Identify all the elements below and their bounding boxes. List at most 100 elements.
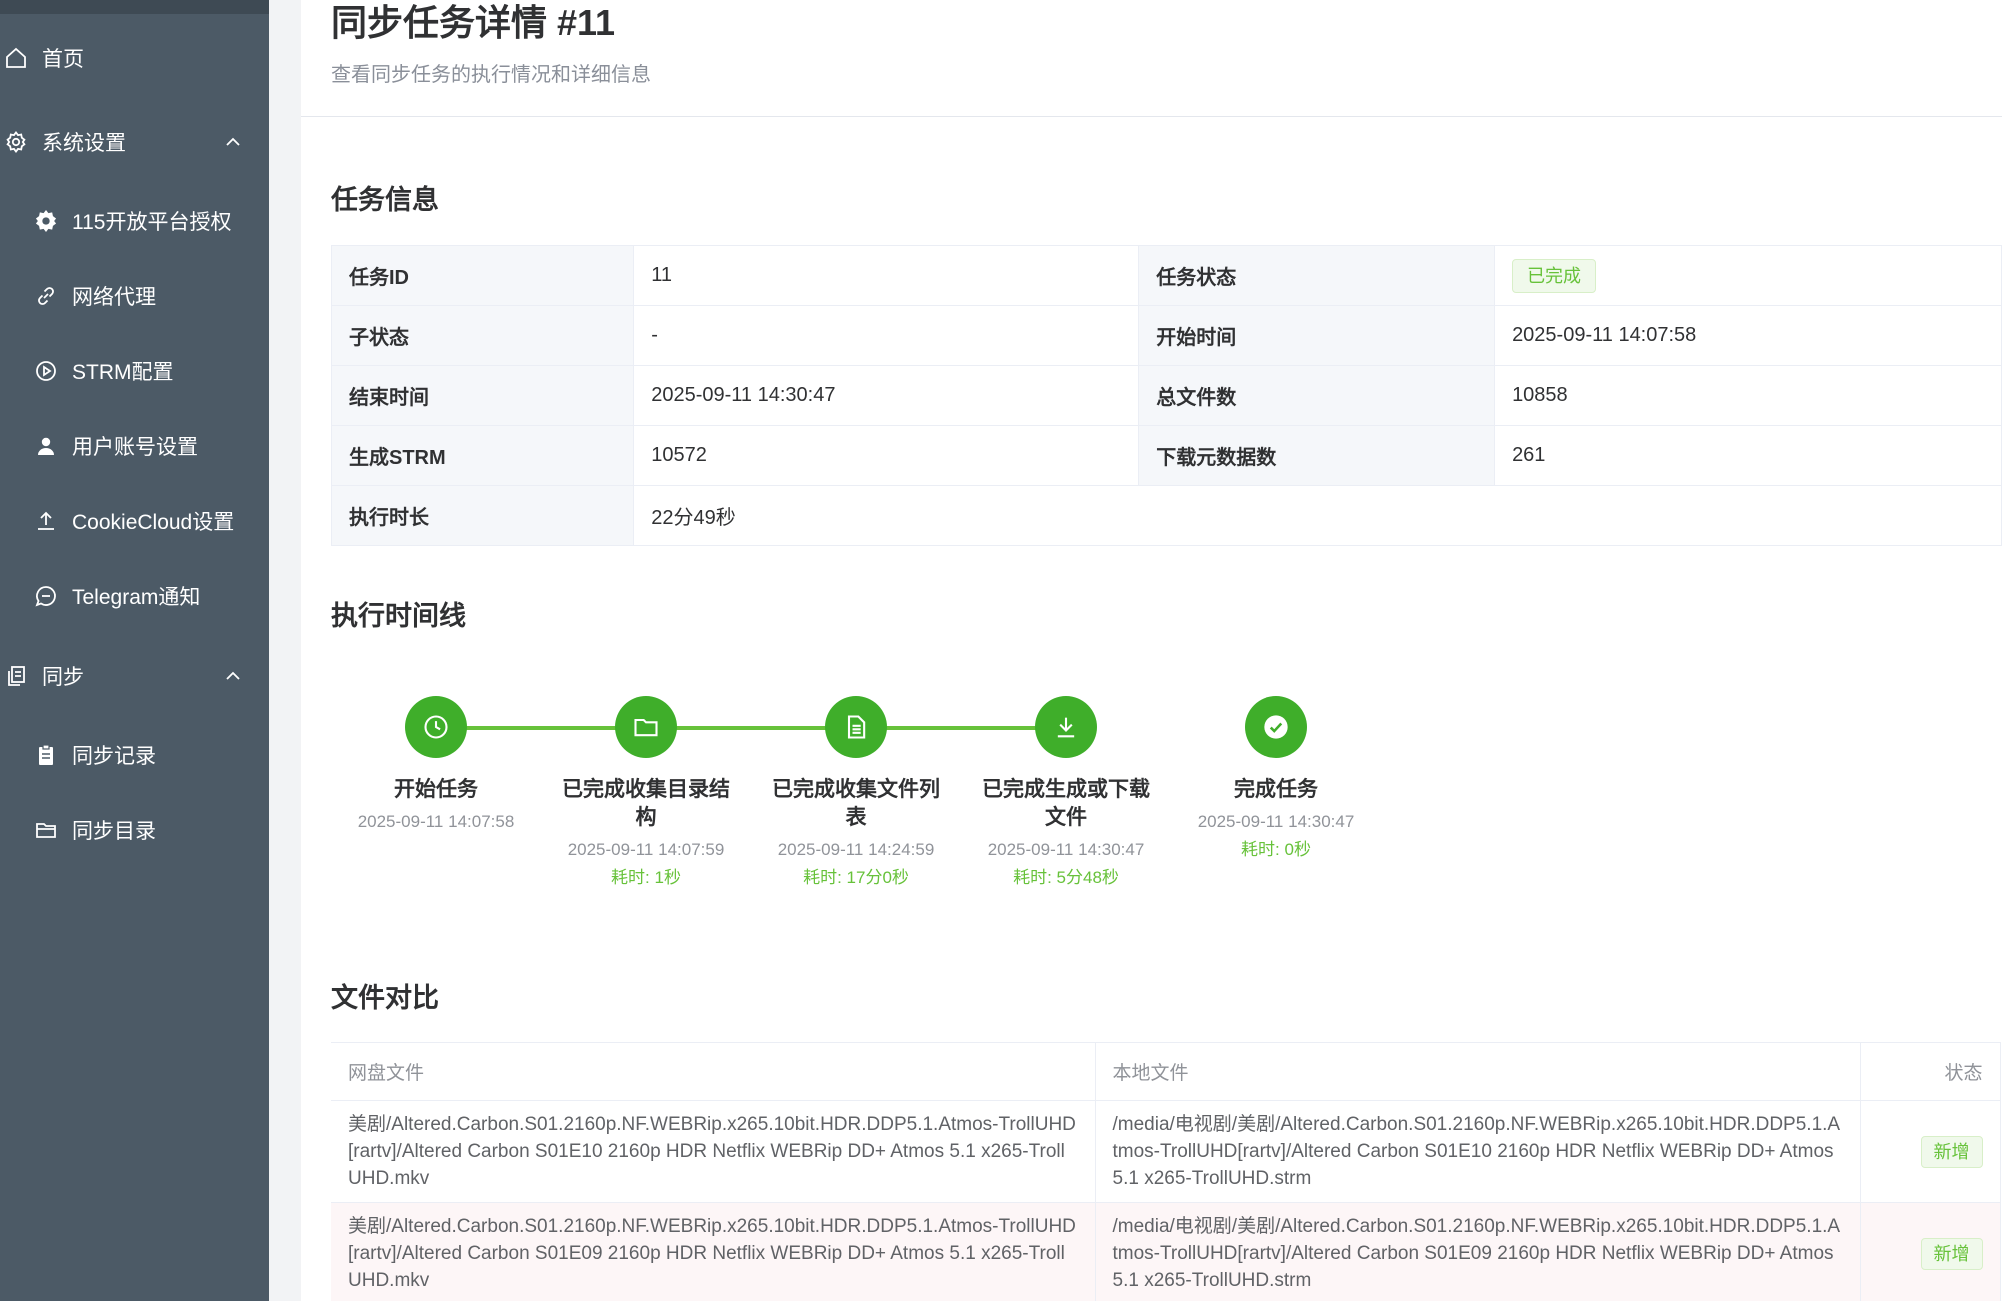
column-header-remote[interactable]: 网盘文件 — [331, 1042, 1096, 1101]
info-value: 2025-09-11 14:30:47 — [633, 365, 1140, 426]
remote-file-cell: 美剧/Altered.Carbon.S01.2160p.NF.WEBRip.x2… — [331, 1202, 1096, 1301]
info-label: 任务状态 — [1138, 245, 1496, 306]
page-title: 同步任务详情 #11 — [331, 2, 616, 43]
sidebar-top-bar — [0, 0, 269, 14]
status-cell: 新增 — [1860, 1202, 2001, 1301]
info-label: 结束时间 — [330, 365, 635, 426]
home-icon — [2, 44, 30, 72]
info-row: 子状态 - 开始时间 2025-09-11 14:07:58 — [330, 305, 2002, 366]
local-file-cell: /media/电视剧/美剧/Altered.Carbon.S01.2160p.N… — [1095, 1100, 1861, 1203]
timeline-step-title: 已完成生成或下载文件 — [982, 778, 1150, 829]
file-compare-table: 网盘文件 本地文件 状态 美剧/Altered.Carbon.S01.2160p… — [331, 1042, 2001, 1301]
info-value: 11 — [633, 245, 1140, 306]
header-divider — [301, 116, 2002, 117]
status-badge: 新增 — [1920, 1135, 1983, 1168]
info-row: 生成STRM 10572 下载元数据数 261 — [330, 425, 2002, 486]
info-value: 10858 — [1494, 365, 2002, 426]
sidebar-item-sync[interactable]: 同步 — [0, 646, 269, 706]
table-row[interactable]: 美剧/Altered.Carbon.S01.2160p.NF.WEBRip.x2… — [331, 1100, 2001, 1203]
sidebar-item-label: 用户账号设置 — [72, 436, 198, 459]
timeline-step-time: 2025-09-11 14:30:47 — [987, 840, 1145, 859]
timeline-step-title: 已完成收集文件列表 — [772, 778, 940, 829]
info-row: 执行时长 22分49秒 — [330, 485, 2002, 546]
column-header-status[interactable]: 状态 — [1860, 1042, 2001, 1101]
sidebar-item-label: 同步记录 — [72, 745, 156, 768]
timeline-step-title: 开始任务 — [394, 778, 478, 801]
timeline-step-cost: 耗时: 1秒 — [611, 868, 681, 887]
info-label: 任务ID — [330, 245, 635, 306]
status-cell: 新增 — [1860, 1100, 2001, 1203]
info-label: 执行时长 — [330, 485, 635, 546]
sidebar-item-label: CookieCloud设置 — [72, 511, 235, 534]
sidebar-item-115-auth[interactable]: 115开放平台授权 — [0, 191, 269, 251]
play-circle-icon — [32, 357, 60, 385]
sidebar-item-cookiecloud[interactable]: CookieCloud设置 — [0, 491, 269, 551]
info-row: 任务ID 11 任务状态 已完成 — [330, 245, 2002, 306]
user-icon — [32, 432, 60, 460]
column-header-local[interactable]: 本地文件 — [1095, 1042, 1861, 1101]
timeline-step-cost: 耗时: 17分0秒 — [803, 868, 909, 887]
sidebar-item-label: Telegram通知 — [72, 586, 201, 609]
info-label: 子状态 — [330, 305, 635, 366]
timeline-step: 已完成收集文件列表 2025-09-11 14:24:59 耗时: 17分0秒 — [766, 696, 946, 892]
timeline-step-title: 已完成收集目录结构 — [562, 778, 730, 829]
download-icon — [1035, 696, 1097, 758]
sidebar-item-system-settings[interactable]: 系统设置 — [0, 112, 269, 172]
table-header-row: 网盘文件 本地文件 状态 — [331, 1042, 2001, 1101]
info-label: 开始时间 — [1138, 305, 1496, 366]
file-compare-title: 文件对比 — [331, 983, 439, 1013]
chat-icon — [32, 582, 60, 610]
timeline-step-time: 2025-09-11 14:30:47 — [1197, 812, 1355, 831]
sidebar-item-home[interactable]: 首页 — [0, 28, 269, 88]
timeline-step-time: 2025-09-11 14:07:59 — [567, 840, 725, 859]
sidebar-item-label: 115开放平台授权 — [72, 211, 232, 234]
timeline-step: 完成任务 2025-09-11 14:30:47 耗时: 0秒 — [1186, 696, 1366, 864]
clock-icon — [405, 696, 467, 758]
info-value: 已完成 — [1494, 245, 2002, 306]
status-badge: 新增 — [1920, 1237, 1983, 1270]
task-info-title: 任务信息 — [331, 185, 439, 215]
gear-icon — [32, 207, 60, 235]
page-description: 查看同步任务的执行情况和详细信息 — [331, 64, 651, 86]
sidebar-item-sync-dirs[interactable]: 同步目录 — [0, 800, 269, 860]
info-row: 结束时间 2025-09-11 14:30:47 总文件数 10858 — [330, 365, 2002, 426]
folder-icon — [615, 696, 677, 758]
timeline-step-cost: 耗时: 5分48秒 — [1013, 868, 1119, 887]
table-row[interactable]: 美剧/Altered.Carbon.S01.2160p.NF.WEBRip.x2… — [331, 1202, 2001, 1301]
timeline-connector — [436, 726, 1066, 730]
sidebar-item-user-account[interactable]: 用户账号设置 — [0, 416, 269, 476]
info-value: - — [633, 305, 1140, 366]
timeline-step: 已完成收集目录结构 2025-09-11 14:07:59 耗时: 1秒 — [556, 696, 736, 892]
task-info-table: 任务ID 11 任务状态 已完成 子状态 - 开始时间 2025-09-11 1… — [330, 245, 2002, 546]
timeline-step: 开始任务 2025-09-11 14:07:58 — [346, 696, 526, 836]
sidebar-item-sync-records[interactable]: 同步记录 — [0, 725, 269, 785]
upload-icon — [32, 507, 60, 535]
sidebar-item-label: 首页 — [42, 48, 84, 71]
sidebar-item-telegram[interactable]: Telegram通知 — [0, 566, 269, 626]
folder-icon — [32, 816, 60, 844]
timeline-step-time: 2025-09-11 14:24:59 — [777, 840, 935, 859]
link-icon — [32, 282, 60, 310]
info-value: 2025-09-11 14:07:58 — [1494, 305, 2002, 366]
gear-outline-icon — [2, 128, 30, 156]
timeline-step-title: 完成任务 — [1234, 778, 1318, 801]
info-value: 10572 — [633, 425, 1140, 486]
check-circle-icon — [1245, 696, 1307, 758]
sidebar-item-label: 系统设置 — [42, 132, 126, 155]
sidebar: 首页 系统设置 115开放平台授权 网络代理 STRM配置 用户账号设置 Coo… — [0, 0, 269, 1301]
document-icon — [825, 696, 887, 758]
info-label: 总文件数 — [1138, 365, 1496, 426]
timeline-step: 已完成生成或下载文件 2025-09-11 14:30:47 耗时: 5分48秒 — [976, 696, 1156, 892]
info-label: 生成STRM — [330, 425, 635, 486]
info-value: 22分49秒 — [633, 485, 2002, 546]
chevron-up-icon — [221, 664, 245, 688]
local-file-cell: /media/电视剧/美剧/Altered.Carbon.S01.2160p.N… — [1095, 1202, 1861, 1301]
sidebar-item-proxy[interactable]: 网络代理 — [0, 266, 269, 326]
sidebar-item-strm-config[interactable]: STRM配置 — [0, 341, 269, 401]
sidebar-item-label: 同步目录 — [72, 820, 156, 843]
sidebar-item-label: STRM配置 — [72, 361, 174, 384]
clipboard-icon — [32, 741, 60, 769]
chevron-up-icon — [221, 130, 245, 154]
info-label: 下载元数据数 — [1138, 425, 1496, 486]
execution-timeline: 开始任务 2025-09-11 14:07:58 已完成收集目录结构 2025-… — [331, 690, 1531, 920]
